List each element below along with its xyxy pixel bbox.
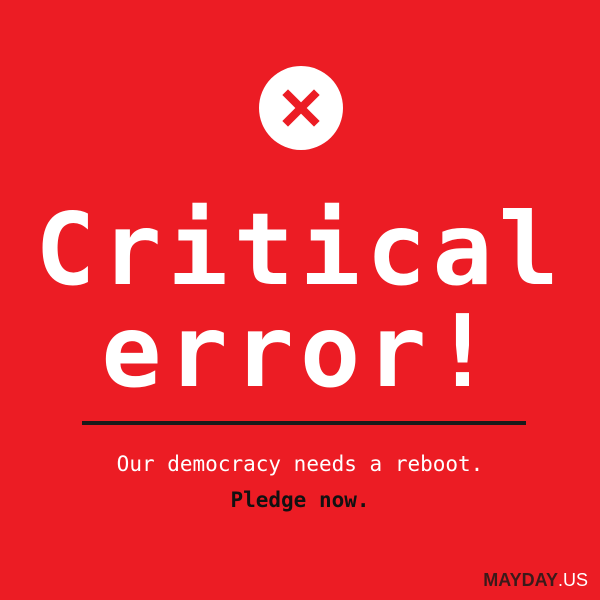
headline-line-2: error! bbox=[101, 293, 499, 410]
brand-name: MAYDAY bbox=[483, 570, 558, 590]
close-icon bbox=[282, 89, 320, 127]
brand-suffix: .US bbox=[557, 570, 588, 590]
headline-line-1: Critical bbox=[35, 191, 565, 308]
error-icon-badge bbox=[259, 66, 343, 150]
pledge-cta[interactable]: Pledge now. bbox=[0, 486, 600, 514]
tagline: Our democracy needs a reboot. bbox=[116, 452, 484, 476]
brand-logo: MAYDAY.US bbox=[483, 569, 588, 591]
divider bbox=[82, 421, 526, 425]
